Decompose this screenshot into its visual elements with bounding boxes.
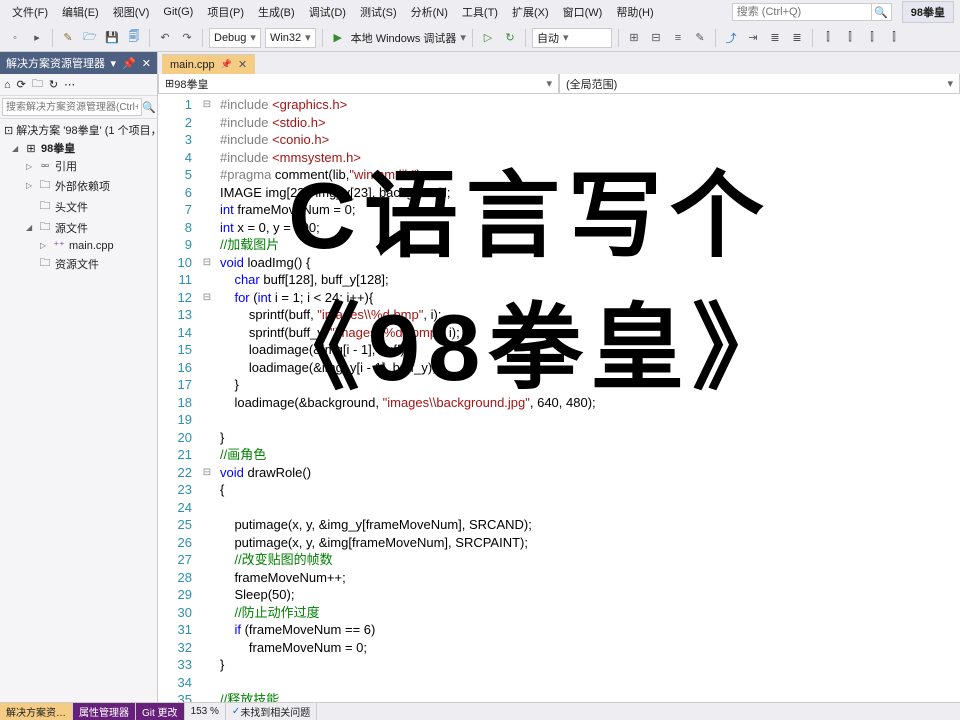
- new-icon[interactable]: ✎: [59, 29, 77, 47]
- tb-icon-12[interactable]: ⫿: [885, 29, 903, 47]
- menu-item[interactable]: 文件(F): [6, 1, 54, 23]
- home-icon[interactable]: ⌂: [4, 79, 11, 91]
- scope-global[interactable]: (全局范围): [559, 74, 960, 93]
- status-zoom[interactable]: 153 %: [185, 703, 226, 720]
- tree-external[interactable]: ▷🗀外部依赖项: [0, 175, 157, 196]
- tb-icon-8[interactable]: ≣: [788, 29, 806, 47]
- tb-icon-5[interactable]: ⤴: [722, 29, 740, 47]
- tree-references[interactable]: ▷▫▫引用: [0, 157, 157, 175]
- editor-area: main.cpp 📌 ✕ ⊞ 98拳皇 (全局范围) 1234567891011…: [158, 52, 960, 702]
- solution-explorer: 解决方案资源管理器 ▾ 📌 ✕ ⌂ ⟳ 🗀 ↻ ⋯ 🔍 ⊡解决方案 '98拳皇'…: [0, 52, 158, 702]
- redo-icon[interactable]: ↷: [178, 29, 196, 47]
- code-editor[interactable]: 1234567891011121314151617181920212223242…: [158, 94, 960, 702]
- search-icon[interactable]: 🔍: [142, 98, 156, 116]
- project-node[interactable]: ◢⊞98拳皇: [0, 139, 157, 157]
- tree-headers[interactable]: 🗀头文件: [0, 196, 157, 217]
- menu-item[interactable]: 帮助(H): [610, 1, 659, 23]
- pin-icon[interactable]: 📌: [221, 59, 232, 70]
- pin-icon[interactable]: 📌: [122, 57, 136, 70]
- undo-icon[interactable]: ↶: [156, 29, 174, 47]
- menu-item[interactable]: 项目(P): [201, 1, 250, 23]
- nav-back-icon[interactable]: ◦: [6, 29, 24, 47]
- tb-icon-10[interactable]: ⫿: [841, 29, 859, 47]
- start-debug-icon[interactable]: ▶: [329, 29, 347, 47]
- menu-item[interactable]: 分析(N): [405, 1, 454, 23]
- tb-icon-1[interactable]: ⊞: [625, 29, 643, 47]
- tab-bar: main.cpp 📌 ✕: [158, 52, 960, 74]
- menu-item[interactable]: 编辑(E): [56, 1, 105, 23]
- tb-icon-7[interactable]: ≣: [766, 29, 784, 47]
- tool-icon[interactable]: ↻: [49, 78, 58, 91]
- search-button[interactable]: 🔍: [872, 3, 892, 21]
- run-mode-combo[interactable]: 自动: [532, 28, 612, 48]
- sidebar-search-input[interactable]: [2, 98, 142, 116]
- pin-icon[interactable]: ▾: [111, 57, 117, 70]
- status-tab-props[interactable]: 属性管理器: [73, 703, 136, 720]
- start-nodebug-icon[interactable]: ▷: [479, 29, 497, 47]
- tb-icon-3[interactable]: ≡: [669, 29, 687, 47]
- menu-item[interactable]: 工具(T): [456, 1, 504, 23]
- solution-node[interactable]: ⊡解决方案 '98拳皇' (1 个项目，共: [0, 121, 157, 139]
- tb-icon-9[interactable]: ⫿: [819, 29, 837, 47]
- tb-icon-11[interactable]: ⫿: [863, 29, 881, 47]
- status-msg: ✓ 未找到相关问题: [226, 703, 317, 720]
- menu-item[interactable]: Git(G): [157, 3, 199, 21]
- tool-icon[interactable]: ⋯: [64, 78, 75, 91]
- toolbar: ◦ ▸ ✎ 🗁 💾 🗐 ↶ ↷ Debug Win32 ▶ 本地 Windows…: [0, 24, 960, 52]
- debug-target[interactable]: 本地 Windows 调试器: [351, 30, 457, 46]
- open-icon[interactable]: 🗁: [81, 29, 99, 47]
- save-icon[interactable]: 💾: [103, 29, 121, 47]
- close-icon[interactable]: ✕: [238, 58, 247, 71]
- scope-bar: ⊞ 98拳皇 (全局范围): [158, 74, 960, 94]
- sidebar-toolbar: ⌂ ⟳ 🗀 ↻ ⋯: [0, 74, 157, 96]
- menu-bar: 文件(F)编辑(E)视图(V)Git(G)项目(P)生成(B)调试(D)测试(S…: [0, 0, 960, 24]
- nav-fwd-icon[interactable]: ▸: [28, 29, 46, 47]
- status-tab-git[interactable]: Git 更改: [136, 703, 185, 720]
- menu-item[interactable]: 生成(B): [252, 1, 301, 23]
- tb-icon-4[interactable]: ✎: [691, 29, 709, 47]
- sync-icon[interactable]: ⟳: [17, 78, 26, 91]
- tree-source[interactable]: ◢🗀源文件: [0, 217, 157, 238]
- platform-combo[interactable]: Win32: [265, 28, 316, 48]
- solution-tree: ⊡解决方案 '98拳皇' (1 个项目，共 ◢⊞98拳皇 ▷▫▫引用 ▷🗀外部依…: [0, 119, 157, 702]
- menu-item[interactable]: 测试(S): [354, 1, 403, 23]
- title-badge: 98拳皇: [902, 1, 954, 23]
- sidebar-title: 解决方案资源管理器: [6, 55, 105, 71]
- menu-item[interactable]: 扩展(X): [506, 1, 555, 23]
- sidebar-search: 🔍: [0, 96, 157, 119]
- stop-icon[interactable]: ↻: [501, 29, 519, 47]
- tab-main-cpp[interactable]: main.cpp 📌 ✕: [162, 54, 255, 74]
- tb-icon-2[interactable]: ⊟: [647, 29, 665, 47]
- menu-item[interactable]: 窗口(W): [557, 1, 609, 23]
- status-bar: 解决方案资… 属性管理器 Git 更改 153 % ✓ 未找到相关问题: [0, 702, 960, 720]
- scope-project[interactable]: ⊞ 98拳皇: [158, 74, 559, 93]
- menu-item[interactable]: 视图(V): [107, 1, 156, 23]
- tree-main-cpp[interactable]: ▷⁺⁺main.cpp: [0, 238, 157, 253]
- close-icon[interactable]: ✕: [142, 57, 151, 70]
- config-combo[interactable]: Debug: [209, 28, 261, 48]
- tree-resources[interactable]: 🗀资源文件: [0, 253, 157, 274]
- sidebar-header: 解决方案资源管理器 ▾ 📌 ✕: [0, 52, 157, 74]
- tool-icon[interactable]: 🗀: [32, 75, 43, 94]
- status-tab-solution[interactable]: 解决方案资…: [0, 703, 73, 720]
- tb-icon-6[interactable]: ⇥: [744, 29, 762, 47]
- menu-item[interactable]: 调试(D): [303, 1, 352, 23]
- search-input[interactable]: [732, 3, 872, 21]
- save-all-icon[interactable]: 🗐: [125, 29, 143, 47]
- tab-label: main.cpp: [170, 59, 215, 71]
